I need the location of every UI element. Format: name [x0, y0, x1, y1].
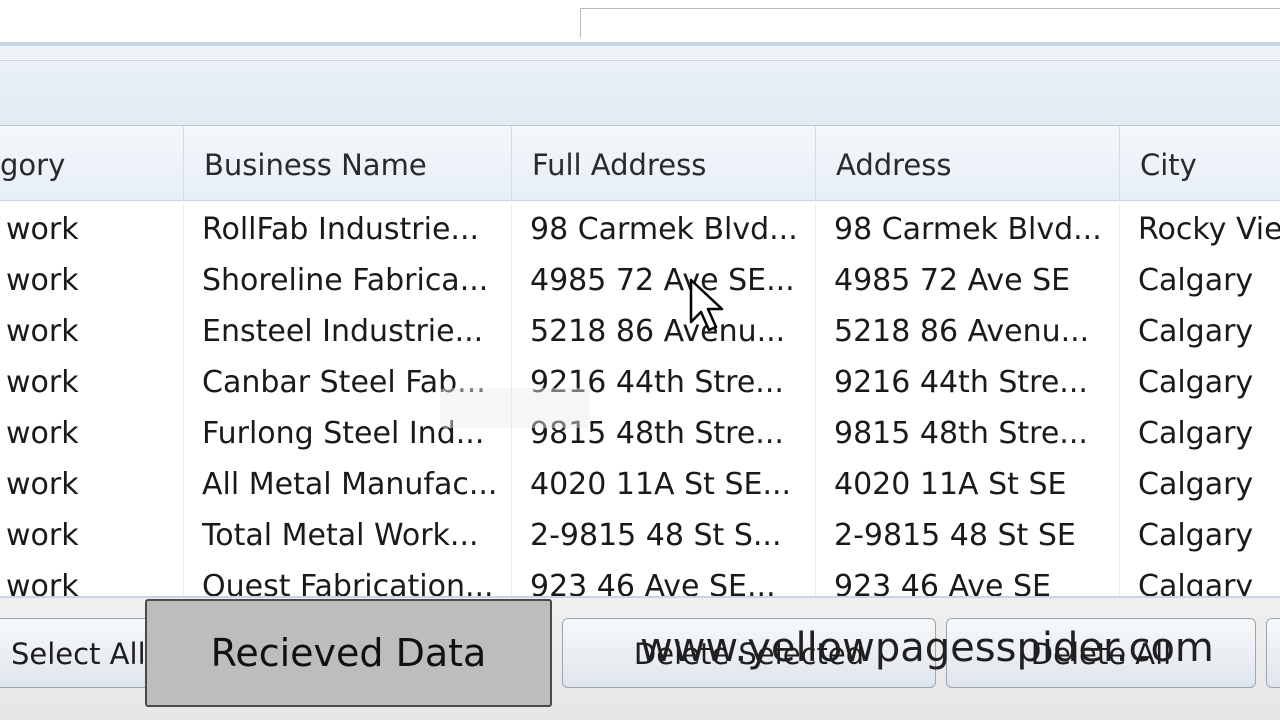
- cell-category: work: [0, 357, 184, 408]
- table-row[interactable]: work RollFab Industrie... 98 Carmek Blvd…: [0, 204, 1280, 255]
- cell-category: work: [0, 306, 184, 357]
- top-input-field[interactable]: [580, 8, 1280, 38]
- cell-business-name: Ensteel Industrie...: [184, 306, 512, 357]
- cell-category: work: [0, 408, 184, 459]
- cell-business-name: Total Metal Work...: [184, 510, 512, 561]
- cell-city: Calgary: [1120, 561, 1280, 596]
- cell-address: 98 Carmek Blvd...: [816, 204, 1120, 255]
- column-header-city[interactable]: City: [1120, 126, 1280, 200]
- cell-address: 5218 86 Avenu...: [816, 306, 1120, 357]
- cell-address: 4020 11A St SE: [816, 459, 1120, 510]
- select-all-button[interactable]: Select All: [0, 618, 152, 688]
- cell-category: work: [0, 561, 184, 596]
- website-watermark: www.yellowpagesspider.com: [640, 625, 1214, 671]
- column-header-business-name[interactable]: Business Name: [184, 126, 512, 200]
- top-area: [0, 0, 1280, 42]
- cell-full-address: 5218 86 Avenu...: [512, 306, 816, 357]
- cell-city: Calgary: [1120, 306, 1280, 357]
- cell-full-address: 923 46 Ave SE...: [512, 561, 816, 596]
- cell-full-address: 2-9815 48 St S...: [512, 510, 816, 561]
- table-row[interactable]: work Furlong Steel Ind... 9815 48th Stre…: [0, 408, 1280, 459]
- cell-city: Rocky View: [1120, 204, 1280, 255]
- column-header-category[interactable]: gory: [0, 126, 184, 200]
- cell-business-name: RollFab Industrie...: [184, 204, 512, 255]
- column-header-full-address[interactable]: Full Address: [512, 126, 816, 200]
- cell-full-address: 4020 11A St SE...: [512, 459, 816, 510]
- arrow-cursor-icon: [689, 278, 724, 332]
- grid-header: gory Business Name Full Address Address …: [0, 126, 1280, 201]
- cell-category: work: [0, 459, 184, 510]
- cell-category: work: [0, 204, 184, 255]
- faded-tooltip: [440, 388, 590, 428]
- cell-category: work: [0, 255, 184, 306]
- received-data-caption: Recieved Data: [145, 599, 552, 707]
- table-row[interactable]: work Ensteel Industrie... 5218 86 Avenu.…: [0, 306, 1280, 357]
- cell-category: work: [0, 510, 184, 561]
- frame-gap: [0, 46, 1280, 60]
- table-row[interactable]: work All Metal Manufac... 4020 11A St SE…: [0, 459, 1280, 510]
- cell-city: Calgary: [1120, 408, 1280, 459]
- cell-address: 2-9815 48 St SE: [816, 510, 1120, 561]
- cell-full-address: 4985 72 Ave SE...: [512, 255, 816, 306]
- table-row[interactable]: work Quest Fabrication... 923 46 Ave SE.…: [0, 561, 1280, 596]
- cell-city: Calgary: [1120, 459, 1280, 510]
- table-row[interactable]: work Shoreline Fabrica... 4985 72 Ave SE…: [0, 255, 1280, 306]
- cell-business-name: Quest Fabrication...: [184, 561, 512, 596]
- cell-city: Calgary: [1120, 357, 1280, 408]
- cell-address: 4985 72 Ave SE: [816, 255, 1120, 306]
- column-header-address[interactable]: Address: [816, 126, 1120, 200]
- cell-address: 923 46 Ave SE: [816, 561, 1120, 596]
- cell-city: Calgary: [1120, 255, 1280, 306]
- toolbar-strip: [0, 60, 1280, 126]
- cell-address: 9216 44th Stre...: [816, 357, 1120, 408]
- cell-address: 9815 48th Stre...: [816, 408, 1120, 459]
- cell-city: Calgary: [1120, 510, 1280, 561]
- cell-business-name: All Metal Manufac...: [184, 459, 512, 510]
- cell-business-name: Shoreline Fabrica...: [184, 255, 512, 306]
- cell-full-address: 98 Carmek Blvd...: [512, 204, 816, 255]
- results-grid[interactable]: gory Business Name Full Address Address …: [0, 126, 1280, 598]
- table-row[interactable]: work Canbar Steel Fab... 9216 44th Stre.…: [0, 357, 1280, 408]
- table-row[interactable]: work Total Metal Work... 2-9815 48 St S.…: [0, 510, 1280, 561]
